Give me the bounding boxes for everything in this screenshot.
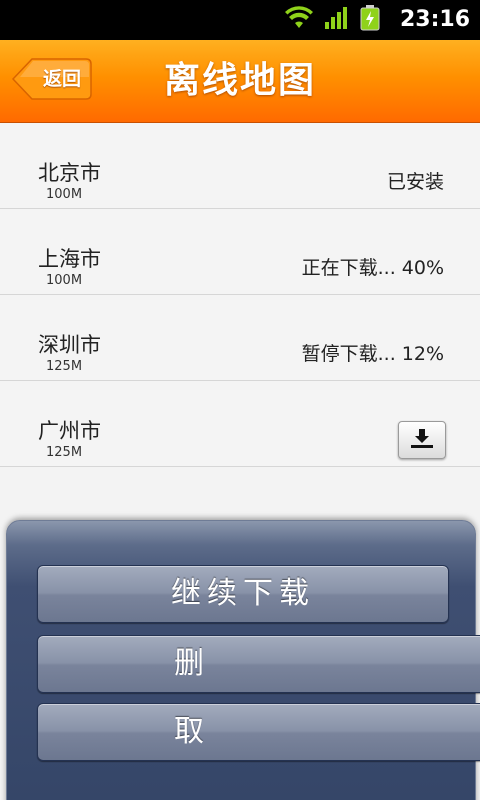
wifi-icon (284, 6, 314, 34)
city-status: 暂停下载... 12% (301, 343, 444, 365)
city-size: 100M (46, 273, 83, 288)
city-row-shanghai[interactable]: 上海市 100M 正在下载... 40% (0, 209, 480, 295)
city-size: 125M (46, 445, 83, 460)
screen: 23:16 返回 离线地图 北京市 100M 已安装 上海市 100M 正在下载… (0, 0, 480, 800)
city-name: 上海市 (38, 247, 101, 271)
status-time: 23:16 (399, 7, 470, 32)
back-label: 返回 (42, 68, 81, 90)
action-sheet: 继续下载 删 除 取 消 (6, 520, 480, 800)
resume-download-label: 继续下载 (171, 576, 315, 611)
city-size: 100M (46, 187, 83, 202)
city-list: 北京市 100M 已安装 上海市 100M 正在下载... 40% 深圳市 12… (0, 123, 480, 467)
download-button[interactable] (398, 421, 446, 459)
title-bar: 返回 离线地图 (0, 40, 480, 123)
delete-button[interactable]: 删 除 (37, 635, 480, 693)
city-name: 深圳市 (38, 333, 101, 357)
back-button[interactable]: 返回 (12, 58, 92, 100)
signal-icon (324, 6, 350, 34)
city-row-guangzhou[interactable]: 广州市 125M (0, 381, 480, 467)
city-row-shenzhen[interactable]: 深圳市 125M 暂停下载... 12% (0, 295, 480, 381)
cancel-button[interactable]: 取 消 (37, 703, 480, 761)
city-status: 正在下载... 40% (301, 257, 444, 279)
status-bar: 23:16 (0, 0, 480, 40)
download-icon (411, 429, 433, 448)
city-name: 广州市 (38, 419, 101, 443)
cancel-label-part1: 取 (174, 714, 204, 749)
city-name: 北京市 (38, 161, 101, 185)
city-row-beijing[interactable]: 北京市 100M 已安装 (0, 123, 480, 209)
battery-charging-icon (360, 5, 380, 35)
resume-download-button[interactable]: 继续下载 (37, 565, 449, 623)
city-size: 125M (46, 359, 83, 374)
city-status: 已安装 (386, 171, 444, 193)
delete-label-part1: 删 (174, 646, 204, 681)
